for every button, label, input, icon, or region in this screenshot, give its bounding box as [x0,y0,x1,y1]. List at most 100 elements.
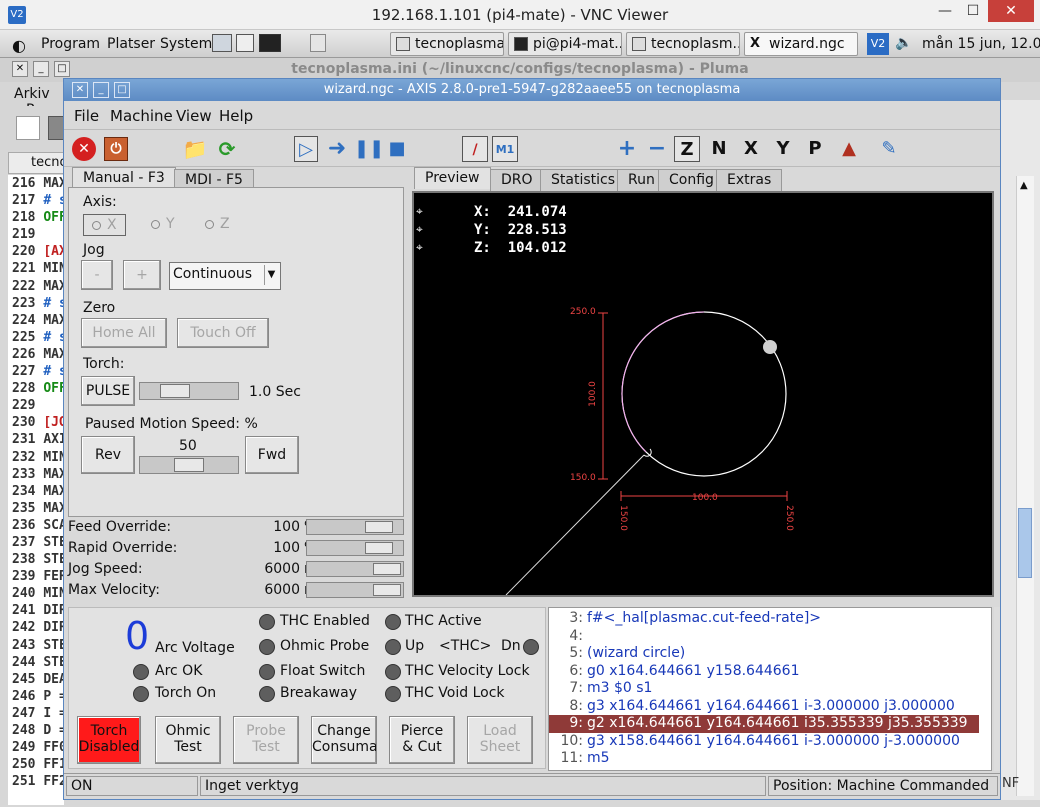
open-file-icon[interactable]: 📁 [182,136,208,162]
pluma-minimize-icon[interactable]: _ [33,61,49,77]
jog-plus-button[interactable]: + [123,260,161,290]
task-pluma[interactable]: tecnoplasm... [626,32,740,56]
view-x-icon[interactable]: X [738,136,764,162]
override-slider[interactable] [306,519,404,535]
open-document-icon[interactable] [48,116,64,140]
pluma-scrollbar[interactable]: ▲ [1016,176,1034,796]
axis-minimize-icon[interactable]: _ [93,82,109,98]
tab-extras[interactable]: Extras [716,169,783,191]
torch-disabled-button[interactable]: Torch Disabled [77,716,141,764]
axis-x-radio[interactable]: X [83,214,126,236]
reload-icon[interactable]: ⟳ [214,136,240,162]
step-icon[interactable]: ➜ [324,136,350,162]
axis-z-radio[interactable]: Z [205,216,230,232]
change-consumable-button[interactable]: ChangeConsumable [311,716,377,764]
menu-help[interactable]: Help [219,107,253,125]
ohmic-test-button[interactable]: Ohmic Test [155,716,221,764]
override-slider[interactable] [306,561,404,577]
power-icon[interactable]: ⏻ [104,137,128,161]
pluma-scroll-thumb[interactable] [1018,508,1032,578]
scroll-up-icon[interactable]: ▲ [1020,180,1028,191]
axis-maximize-icon[interactable]: □ [114,82,130,98]
tool-view-icon[interactable]: ▲ [836,136,862,162]
pluma-editor[interactable]: 216 MAX 217 # s 218 OFF 219 220 [AX 221 MIN 2… [8,175,64,805]
load-sheet-button[interactable]: Load Sheet [467,716,533,764]
pulse-button[interactable]: PULSE [81,376,135,406]
mate-logo-icon[interactable]: ◐ [12,36,26,55]
override-slider-knob[interactable] [373,563,401,575]
task-wizard-ngc[interactable]: Xwizard.ngc [744,32,858,56]
gcode-scrollbar[interactable] [994,607,1000,771]
new-document-icon[interactable] [16,116,40,140]
task-tecnoplasma[interactable]: tecnoplasma [390,32,504,56]
menu-system[interactable]: System [160,36,212,52]
preview-canvas[interactable]: ⌖ ⌖ ⌖ X: 241.074 Y: 228.513 Z: 104.012 2… [412,191,994,597]
terminal-launcher-icon[interactable] [259,34,281,52]
override-slider[interactable] [306,582,404,598]
rev-button[interactable]: Rev [81,436,135,474]
file-manager-launcher-icon[interactable] [212,34,232,52]
gcode-line[interactable]: 4: [549,628,979,646]
jog-minus-button[interactable]: - [81,260,113,290]
pluma-close-icon[interactable]: ✕ [12,61,28,77]
menu-places[interactable]: Platser [107,36,155,52]
estop-icon[interactable]: ✕ [72,137,96,161]
paused-speed-slider[interactable] [139,456,239,474]
show-desktop-icon[interactable] [310,34,326,52]
tab-statistics[interactable]: Statistics [540,169,626,191]
menu-file[interactable]: File [74,107,99,125]
view-perspective-icon[interactable]: P [802,136,828,162]
probe-test-button[interactable]: Probe Test [233,716,299,764]
paused-speed-slider-knob[interactable] [174,458,204,472]
close-icon[interactable]: ✕ [988,0,1034,22]
pluma-maximize-icon[interactable]: □ [54,61,70,77]
pulse-slider[interactable] [139,382,239,400]
block-delete-icon[interactable]: / [462,136,488,162]
tab-dro[interactable]: DRO [490,169,544,191]
override-slider-knob[interactable] [365,521,393,533]
pierce-cut-button[interactable]: Pierce & Cut [389,716,455,764]
vnc-tray-icon[interactable]: V2 [867,33,889,55]
run-icon[interactable]: ▷ [294,136,318,162]
maximize-icon[interactable]: ☐ [958,0,988,22]
text-editor-launcher-icon[interactable] [236,34,254,52]
gcode-line[interactable]: 8: g3 x164.644661 y164.644661 i-3.000000 … [549,698,979,716]
volume-icon[interactable]: 🔈 [895,35,912,51]
gcode-line[interactable]: 11: m5 [549,750,979,768]
tab-preview[interactable]: Preview [414,167,491,189]
fwd-button[interactable]: Fwd [245,436,299,474]
gcode-listing[interactable]: 3: f#<_hal[plasmac.cut-feed-rate]> 4: 5: (wi… [548,607,992,771]
task-terminal[interactable]: pi@pi4-mat... [508,32,622,56]
clock[interactable]: mån 15 jun, 12.03 [922,36,1040,52]
pluma-tab[interactable]: tecno [8,152,70,174]
override-slider[interactable] [306,540,404,556]
gcode-line[interactable]: 3: f#<_hal[plasmac.cut-feed-rate]> [549,610,979,628]
view-z-icon[interactable]: Z [674,136,700,162]
stop-icon[interactable]: ■ [384,136,410,162]
gcode-line-current[interactable]: 9: g2 x164.644661 y164.644661 i35.355339 … [549,715,979,733]
pulse-slider-knob[interactable] [160,384,190,398]
gcode-line[interactable]: 10: g3 x158.644661 y164.644661 i-3.000000… [549,733,979,751]
override-slider-knob[interactable] [365,542,393,554]
optional-stop-icon[interactable]: M1 [492,136,518,162]
menu-machine[interactable]: Machine [110,107,173,125]
gcode-line[interactable]: 5: (wizard circle) [549,645,979,663]
minimize-icon[interactable]: — [930,0,960,22]
pause-icon[interactable]: ❚❚ [354,136,384,162]
jog-mode-select[interactable]: Continuous ▼ [169,262,281,290]
zoom-out-icon[interactable]: − [644,136,670,162]
home-all-button[interactable]: Home All [81,318,167,348]
axis-y-radio[interactable]: Y [151,216,175,232]
tab-manual[interactable]: Manual - F3 [72,167,176,189]
gcode-line[interactable]: 7: m3 $0 s1 [549,680,979,698]
clear-plot-icon[interactable]: ✎ [876,136,902,162]
override-slider-knob[interactable] [373,584,401,596]
axis-close-icon[interactable]: ✕ [72,82,88,98]
view-rotated-z-icon[interactable]: N [706,136,732,162]
pluma-menu-arkiv[interactable]: Arkiv [14,86,50,102]
menu-view[interactable]: View [176,107,212,125]
tab-config[interactable]: Config [658,169,725,191]
gcode-line[interactable]: 6: g0 x164.644661 y158.644661 [549,663,979,681]
menu-program[interactable]: Program [41,36,100,52]
zoom-in-icon[interactable]: + [614,136,640,162]
